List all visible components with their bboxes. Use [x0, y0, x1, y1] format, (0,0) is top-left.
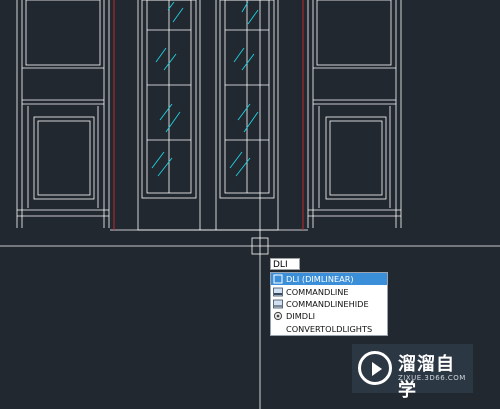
- autocomplete-item-commandlinehide[interactable]: COMMANDLINEHIDE: [271, 298, 387, 310]
- watermark-logo: 溜溜自学 ZIXUE.3D66.COM: [352, 344, 473, 401]
- blank-icon: [273, 324, 283, 334]
- autocomplete-item-label: DLI (DIMLINEAR): [286, 274, 354, 285]
- autocomplete-item-label: COMMANDLINEHIDE: [286, 298, 369, 309]
- cabinet-drawing: [16, 0, 402, 231]
- autocomplete-item-convertoldlights[interactable]: CONVERTOLDLIGHTS: [271, 323, 387, 335]
- autocomplete-item-label: CONVERTOLDLIGHTS: [286, 323, 373, 334]
- dimdli-gear-icon: [273, 312, 283, 321]
- watermark-url: ZIXUE.3D66.COM: [398, 374, 466, 382]
- autocomplete-item-label: DIMDLI: [286, 311, 316, 322]
- autocomplete-item-dimlinear[interactable]: DLI (DIMLINEAR): [271, 273, 387, 286]
- autocomplete-list[interactable]: DLI (DIMLINEAR) COMMANDLINE COMMANDLINEH…: [270, 272, 388, 336]
- dimlinear-icon: [273, 274, 283, 284]
- commandlinehide-icon: [273, 299, 283, 309]
- dynamic-input-field[interactable]: DLI: [270, 258, 300, 270]
- commandline-icon: [273, 287, 283, 296]
- autocomplete-item-label: COMMANDLINE: [286, 286, 349, 297]
- left-wine-cabinet: [16, 0, 110, 228]
- right-wine-cabinet: [307, 0, 402, 228]
- glass-hatch: [151, 1, 259, 177]
- autocomplete-item-dimdli[interactable]: DIMDLI: [271, 310, 387, 322]
- play-logo-icon: [358, 351, 392, 385]
- autocomplete-item-commandline[interactable]: COMMANDLINE: [271, 285, 387, 297]
- center-glass-doors: [110, 0, 308, 231]
